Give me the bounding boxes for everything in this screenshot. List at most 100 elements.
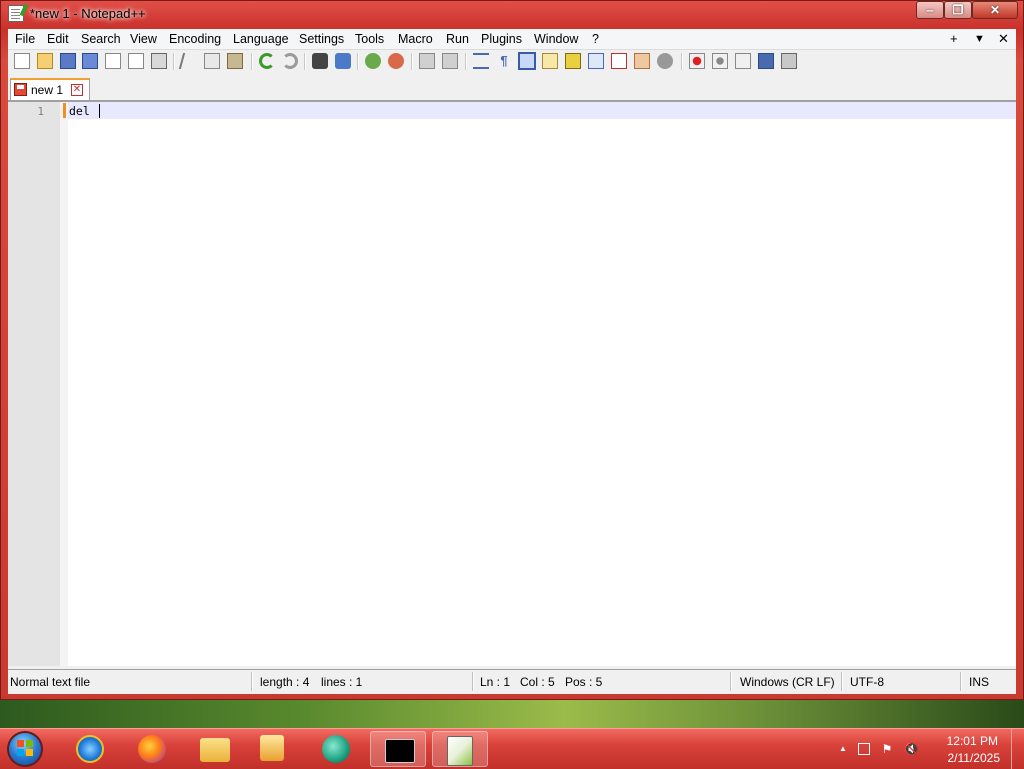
menu-tools[interactable]: Tools bbox=[355, 32, 384, 46]
status-file-type: Normal text file bbox=[10, 675, 91, 689]
editor-area[interactable]: 1 del bbox=[8, 101, 1016, 666]
save-icon[interactable] bbox=[60, 53, 76, 69]
firefox-icon bbox=[138, 735, 166, 763]
toolbar-separator bbox=[681, 53, 683, 70]
taskbar-app-media[interactable] bbox=[246, 731, 302, 767]
status-length: length : 4 bbox=[260, 675, 310, 689]
user-language-icon[interactable] bbox=[542, 53, 558, 69]
taskbar-app-cmd[interactable] bbox=[370, 731, 426, 767]
monitoring-icon[interactable] bbox=[657, 53, 673, 69]
minimize-button[interactable]: ‒ bbox=[916, 1, 944, 19]
print-icon[interactable] bbox=[151, 53, 167, 69]
tab-list-dropdown-icon[interactable]: ▼ bbox=[974, 33, 985, 45]
restore-icon: ❐ bbox=[952, 3, 964, 17]
tab-close-icon[interactable]: ✕ bbox=[71, 84, 83, 96]
toolbar-separator bbox=[357, 53, 359, 70]
tab-new-1[interactable]: new 1 ✕ bbox=[10, 78, 90, 100]
run-macro-multiple-icon[interactable] bbox=[758, 53, 774, 69]
window-title: *new 1 - Notepad++ bbox=[30, 6, 146, 21]
find-icon[interactable] bbox=[312, 53, 328, 69]
media-player-icon bbox=[260, 735, 284, 761]
folder-workspace-icon[interactable] bbox=[634, 53, 650, 69]
close-all-icon[interactable] bbox=[128, 53, 144, 69]
menu-view[interactable]: View bbox=[130, 32, 157, 46]
menu-run[interactable]: Run bbox=[446, 32, 469, 46]
code-line[interactable]: del bbox=[69, 104, 97, 118]
taskbar-app-chat[interactable] bbox=[308, 731, 364, 767]
close-icon[interactable] bbox=[105, 53, 121, 69]
menu-macro[interactable]: Macro bbox=[398, 32, 433, 46]
paste-icon[interactable] bbox=[227, 53, 243, 69]
notepad-plus-plus-icon bbox=[447, 736, 473, 766]
taskbar-app-ie[interactable] bbox=[62, 731, 118, 767]
network-icon[interactable] bbox=[858, 743, 870, 755]
fold-margin[interactable] bbox=[60, 102, 68, 666]
menu-edit[interactable]: Edit bbox=[47, 32, 69, 46]
show-all-chars-icon[interactable]: ¶ bbox=[496, 53, 512, 69]
indent-guide-icon[interactable] bbox=[518, 52, 536, 70]
new-tab-plus-icon[interactable]: + bbox=[950, 31, 958, 46]
tab-label: new 1 bbox=[31, 83, 64, 97]
unsaved-file-icon bbox=[14, 83, 27, 96]
doc-map-icon[interactable] bbox=[565, 53, 581, 69]
status-encoding[interactable]: UTF-8 bbox=[850, 675, 884, 689]
menu-encoding[interactable]: Encoding bbox=[169, 32, 221, 46]
open-file-icon[interactable] bbox=[37, 53, 53, 69]
notepadpp-window: *new 1 - Notepad++ ‒ ❐ ✕ File Edit Searc… bbox=[0, 0, 1024, 700]
taskbar-app-firefox[interactable] bbox=[124, 731, 180, 767]
maximize-button[interactable]: ❐ bbox=[944, 1, 972, 19]
save-macro-icon[interactable] bbox=[781, 53, 797, 69]
undo-icon[interactable] bbox=[259, 53, 275, 69]
play-macro-icon[interactable] bbox=[735, 53, 751, 69]
command-prompt-icon bbox=[385, 739, 415, 763]
new-file-icon[interactable] bbox=[14, 53, 30, 69]
menu-window[interactable]: Window bbox=[534, 32, 578, 46]
status-eol[interactable]: Windows (CR LF) bbox=[740, 675, 835, 689]
stop-record-icon[interactable] bbox=[712, 53, 728, 69]
minimize-icon: ‒ bbox=[926, 3, 934, 17]
zoom-out-icon[interactable] bbox=[388, 53, 404, 69]
taskbar-app-explorer[interactable] bbox=[186, 731, 242, 767]
function-list-icon[interactable] bbox=[611, 53, 627, 69]
record-macro-icon[interactable] bbox=[689, 53, 705, 69]
menu-language[interactable]: Language bbox=[233, 32, 289, 46]
notepadpp-app-icon[interactable] bbox=[8, 5, 24, 22]
close-button[interactable]: ✕ bbox=[972, 1, 1018, 19]
title-bar[interactable]: *new 1 - Notepad++ ‒ ❐ ✕ bbox=[0, 0, 1024, 28]
menu-settings[interactable]: Settings bbox=[299, 32, 344, 46]
menu-plugins[interactable]: Plugins bbox=[481, 32, 522, 46]
toolbar-separator bbox=[251, 53, 253, 70]
show-hidden-icons-icon[interactable]: ▲ bbox=[836, 742, 850, 756]
menu-help[interactable]: ? bbox=[592, 32, 599, 46]
cut-icon[interactable] bbox=[178, 53, 200, 69]
menu-file[interactable]: File bbox=[15, 32, 35, 46]
taskbar-app-notepadpp[interactable] bbox=[432, 731, 488, 767]
clock-time[interactable]: 12:01 PM bbox=[947, 734, 998, 748]
word-wrap-icon[interactable] bbox=[473, 53, 489, 69]
status-pos: Pos : 5 bbox=[565, 675, 603, 689]
clock-date[interactable]: 2/11/2025 bbox=[948, 751, 1001, 765]
volume-muted-icon[interactable]: 🔇 bbox=[904, 742, 919, 756]
sync-horizontal-icon[interactable] bbox=[442, 53, 458, 69]
chat-app-icon bbox=[322, 735, 350, 763]
status-lines: lines : 1 bbox=[321, 675, 363, 689]
start-button[interactable] bbox=[7, 731, 43, 767]
current-line-highlight bbox=[68, 102, 1016, 119]
close-doc-icon[interactable]: ✕ bbox=[998, 31, 1009, 47]
copy-icon[interactable] bbox=[204, 53, 220, 69]
status-insert-mode[interactable]: INS bbox=[969, 675, 989, 689]
file-explorer-icon bbox=[200, 738, 230, 762]
zoom-in-icon[interactable] bbox=[365, 53, 381, 69]
redo-icon[interactable] bbox=[282, 53, 298, 69]
action-center-flag-icon[interactable]: ⚑ bbox=[880, 742, 894, 756]
replace-icon[interactable] bbox=[335, 53, 351, 69]
doc-list-icon[interactable] bbox=[588, 53, 604, 69]
internet-explorer-icon bbox=[76, 735, 104, 763]
status-divider bbox=[960, 672, 962, 691]
status-bar: Normal text file length : 4 lines : 1 Ln… bbox=[8, 669, 1016, 694]
save-all-icon[interactable] bbox=[82, 53, 98, 69]
menu-search[interactable]: Search bbox=[81, 32, 121, 46]
show-desktop-button[interactable] bbox=[1011, 729, 1024, 769]
status-divider bbox=[472, 672, 474, 691]
sync-vertical-icon[interactable] bbox=[419, 53, 435, 69]
